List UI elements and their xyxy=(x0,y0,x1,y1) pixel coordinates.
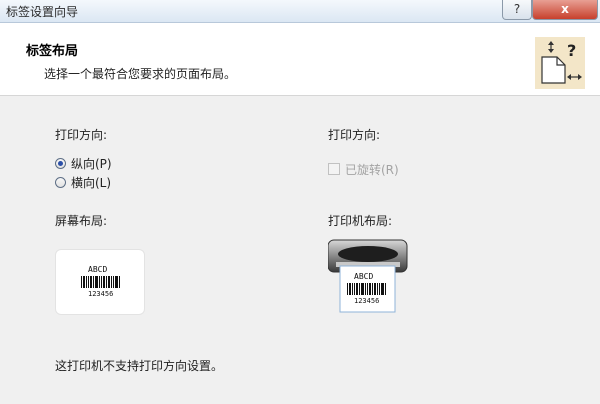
wizard-header: 标签布局 选择一个最符合您要求的页面布局。 ? xyxy=(0,23,600,96)
landscape-radio[interactable] xyxy=(55,177,66,188)
printer-preview-digits: 123456 xyxy=(354,297,380,305)
orientation-label-left: 打印方向: xyxy=(55,128,108,142)
portrait-radio[interactable] xyxy=(55,158,66,169)
svg-text:?: ? xyxy=(567,41,576,60)
page-subtitle: 选择一个最符合您要求的页面布局。 xyxy=(44,67,237,81)
help-icon: ? xyxy=(513,2,521,16)
printer-barcode-icon xyxy=(347,283,386,295)
rotated-label[interactable]: 已旋转(R) xyxy=(345,161,399,178)
page-title: 标签布局 xyxy=(26,44,79,59)
portrait-label[interactable]: 纵向(P) xyxy=(71,155,112,172)
layout-help-icon: ? xyxy=(535,37,585,89)
close-icon: x xyxy=(561,2,569,16)
close-button[interactable]: x xyxy=(532,0,598,20)
rotated-checkbox[interactable] xyxy=(328,163,340,175)
preview-digits: 123456 xyxy=(88,290,114,298)
help-button[interactable]: ? xyxy=(502,0,532,20)
printer-preview: ABCD 123456 xyxy=(328,238,408,313)
preview-code: ABCD xyxy=(88,265,108,274)
landscape-label[interactable]: 横向(L) xyxy=(71,174,111,191)
barcode-icon xyxy=(81,276,120,288)
screen-layout-preview: ABCD 123456 xyxy=(55,249,145,315)
screen-layout-label: 屏幕布局: xyxy=(55,214,108,228)
window-title: 标签设置向导 xyxy=(6,5,79,19)
orientation-label-right: 打印方向: xyxy=(328,128,381,142)
printer-preview-code: ABCD xyxy=(354,272,374,281)
title-bar: 标签设置向导 ? x xyxy=(0,0,600,23)
printer-layout-label: 打印机布局: xyxy=(328,214,393,228)
orientation-support-note: 这打印机不支持打印方向设置。 xyxy=(55,359,224,373)
